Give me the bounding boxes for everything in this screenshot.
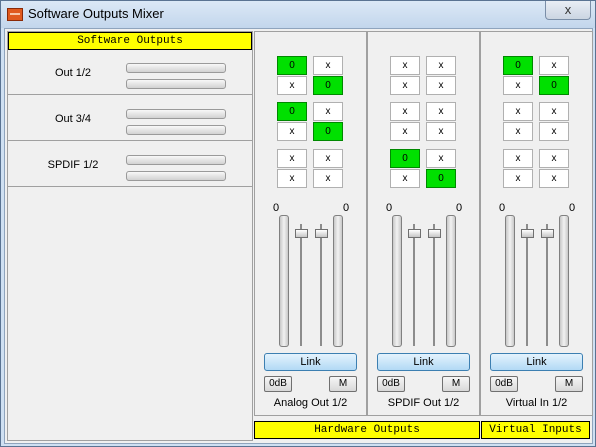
routing-toggle[interactable]: x: [390, 122, 420, 141]
routing-toggle[interactable]: 0: [426, 169, 456, 188]
strip-name: SPDIF Out 1/2: [387, 397, 460, 409]
left-level-value: 0: [499, 202, 506, 214]
software-output-row: SPDIF 1/2: [8, 142, 252, 187]
mute-button[interactable]: M: [555, 376, 583, 392]
left-level-meter: [279, 215, 289, 347]
routing-toggle[interactable]: x: [503, 122, 533, 141]
right-level-meter: [559, 215, 569, 347]
software-output-label: Out 3/4: [54, 113, 92, 125]
routing-toggle[interactable]: x: [539, 169, 569, 188]
close-button[interactable]: x: [545, 1, 591, 20]
routing-toggle[interactable]: 0: [503, 56, 533, 75]
routing-toggle[interactable]: 0: [277, 102, 307, 121]
routing-toggle[interactable]: x: [277, 76, 307, 95]
routing-toggle[interactable]: x: [426, 102, 456, 121]
level-meter-left: [126, 63, 226, 73]
mute-button[interactable]: M: [329, 376, 357, 392]
routing-toggle[interactable]: x: [277, 149, 307, 168]
left-fader-handle[interactable]: [521, 229, 534, 238]
link-button[interactable]: Link: [264, 353, 357, 371]
right-level-meter: [333, 215, 343, 347]
level-meter-right: [126, 79, 226, 89]
zero-db-button[interactable]: 0dB: [490, 376, 518, 392]
level-meter-left: [126, 109, 226, 119]
level-meter-right: [126, 171, 226, 181]
right-fader-handle[interactable]: [428, 229, 441, 238]
routing-toggle[interactable]: x: [313, 149, 343, 168]
left-fader-handle[interactable]: [408, 229, 421, 238]
routing-toggle[interactable]: 0: [313, 122, 343, 141]
right-fader-handle[interactable]: [541, 229, 554, 238]
routing-toggle[interactable]: 0: [539, 76, 569, 95]
link-button[interactable]: Link: [490, 353, 583, 371]
routing-toggle[interactable]: x: [390, 169, 420, 188]
title-bar: Software Outputs Mixer x: [1, 1, 595, 28]
routing-toggle[interactable]: x: [503, 169, 533, 188]
software-outputs-panel: Software Outputs Out 1/2 Out 3/4 SPDIF 1…: [7, 31, 253, 441]
routing-toggle[interactable]: x: [390, 102, 420, 121]
app-icon: [7, 8, 23, 21]
left-fader-track: [526, 224, 528, 346]
software-outputs-header: Software Outputs: [8, 32, 252, 50]
left-level-value: 0: [273, 202, 280, 214]
channel-strip: x x x x x x x x 0 x x 0 0 0 Link 0dB M SPDIF Out 1/2: [367, 31, 480, 416]
left-fader-track: [413, 224, 415, 346]
window-title: Software Outputs Mixer: [28, 6, 164, 21]
routing-toggle[interactable]: x: [539, 122, 569, 141]
software-output-label: Out 1/2: [54, 67, 92, 79]
routing-toggle[interactable]: x: [390, 76, 420, 95]
channel-strip: 0 x x 0 0 x x 0 x x x x 0 0 Link 0dB M Analog Out 1/2: [254, 31, 367, 416]
routing-toggle[interactable]: 0: [313, 76, 343, 95]
right-fader-track: [433, 224, 435, 346]
right-fader-track: [546, 224, 548, 346]
routing-toggle[interactable]: x: [539, 102, 569, 121]
mixer-window: Software Outputs Mixer x Software Output…: [0, 0, 596, 447]
strip-name: Analog Out 1/2: [273, 397, 348, 409]
routing-toggle[interactable]: x: [426, 76, 456, 95]
level-meter-left: [126, 155, 226, 165]
software-output-row: Out 1/2: [8, 50, 252, 95]
right-fader-track: [320, 224, 322, 346]
left-level-meter: [505, 215, 515, 347]
routing-toggle[interactable]: 0: [390, 149, 420, 168]
routing-toggle[interactable]: x: [313, 169, 343, 188]
zero-db-button[interactable]: 0dB: [377, 376, 405, 392]
routing-toggle[interactable]: x: [426, 122, 456, 141]
zero-db-button[interactable]: 0dB: [264, 376, 292, 392]
routing-toggle[interactable]: x: [313, 56, 343, 75]
mute-button[interactable]: M: [442, 376, 470, 392]
left-fader-handle[interactable]: [295, 229, 308, 238]
right-fader-handle[interactable]: [315, 229, 328, 238]
link-button[interactable]: Link: [377, 353, 470, 371]
routing-toggle[interactable]: x: [503, 76, 533, 95]
hardware-outputs-header: Hardware Outputs: [254, 421, 480, 439]
routing-toggle[interactable]: x: [426, 56, 456, 75]
right-level-value: 0: [569, 202, 576, 214]
mixer-client-area: Software Outputs Out 1/2 Out 3/4 SPDIF 1…: [4, 28, 593, 444]
routing-toggle[interactable]: x: [426, 149, 456, 168]
routing-toggle[interactable]: x: [277, 169, 307, 188]
routing-toggle[interactable]: x: [277, 122, 307, 141]
left-level-meter: [392, 215, 402, 347]
virtual-inputs-header: Virtual Inputs: [481, 421, 590, 439]
routing-toggle[interactable]: x: [503, 102, 533, 121]
software-output-label: SPDIF 1/2: [47, 159, 99, 171]
routing-toggle[interactable]: x: [390, 56, 420, 75]
routing-toggle[interactable]: x: [503, 149, 533, 168]
strip-name: Virtual In 1/2: [505, 397, 568, 409]
channel-strip: 0 x x 0 x x x x x x x x 0 0 Link 0dB M Virtual In 1/2: [480, 31, 593, 416]
close-icon: x: [564, 2, 572, 17]
right-level-value: 0: [456, 202, 463, 214]
routing-toggle[interactable]: 0: [277, 56, 307, 75]
routing-toggle[interactable]: x: [313, 102, 343, 121]
software-output-row: Out 3/4: [8, 96, 252, 141]
routing-toggle[interactable]: x: [539, 56, 569, 75]
routing-toggle[interactable]: x: [539, 149, 569, 168]
right-level-value: 0: [343, 202, 350, 214]
right-level-meter: [446, 215, 456, 347]
left-level-value: 0: [386, 202, 393, 214]
level-meter-right: [126, 125, 226, 135]
left-fader-track: [300, 224, 302, 346]
